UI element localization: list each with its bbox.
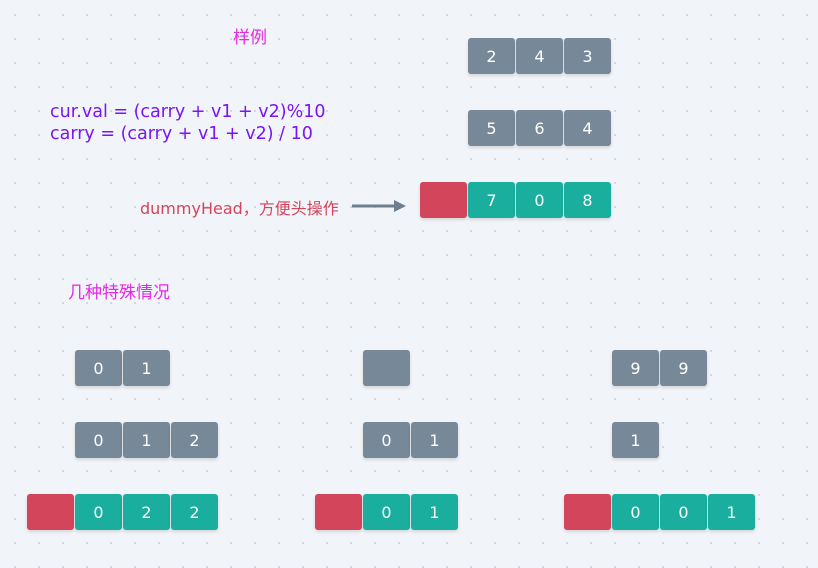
linked-list-case3-l2: 1	[612, 422, 660, 458]
list-node	[363, 350, 410, 386]
list-node: 8	[564, 182, 611, 218]
linked-list-case3-l1: 99	[612, 350, 708, 386]
list-node: 2	[468, 38, 515, 74]
linked-list-case1-result: 022	[27, 494, 219, 530]
formula-line-1: cur.val = (carry + v1 + v2)%10	[50, 102, 326, 122]
linked-list-case3-result: 001	[564, 494, 756, 530]
list-node: 6	[516, 110, 563, 146]
list-node: 1	[411, 422, 458, 458]
formula: cur.val = (carry + v1 + v2)%10 carry = (…	[50, 101, 326, 145]
list-node: 4	[564, 110, 611, 146]
dummy-head-node	[420, 182, 467, 218]
arrow-right-icon	[352, 200, 406, 212]
linked-list-case1-l2: 012	[75, 422, 219, 458]
list-node: 4	[516, 38, 563, 74]
list-node: 2	[171, 494, 218, 530]
list-node: 1	[411, 494, 458, 530]
dummy-head-node	[315, 494, 362, 530]
list-node: 2	[123, 494, 170, 530]
list-node: 3	[564, 38, 611, 74]
linked-list-example-l1: 243	[468, 38, 612, 74]
linked-list-example-result: 708	[420, 182, 612, 218]
list-node: 0	[363, 494, 410, 530]
dummy-head-node	[27, 494, 74, 530]
example-heading: 样例	[233, 28, 267, 48]
linked-list-case1-l1: 01	[75, 350, 171, 386]
linked-list-case2-result: 01	[315, 494, 459, 530]
special-cases-heading: 几种特殊情况	[68, 283, 170, 303]
list-node: 0	[612, 494, 659, 530]
list-node: 1	[123, 422, 170, 458]
list-node: 1	[708, 494, 755, 530]
formula-line-2: carry = (carry + v1 + v2) / 10	[50, 124, 313, 144]
linked-list-case2-l2: 01	[363, 422, 459, 458]
linked-list-case2-l1	[363, 350, 411, 386]
list-node: 1	[123, 350, 170, 386]
list-node: 0	[660, 494, 707, 530]
list-node: 9	[612, 350, 659, 386]
list-node: 0	[75, 422, 122, 458]
linked-list-example-l2: 564	[468, 110, 612, 146]
list-node: 2	[171, 422, 218, 458]
list-node: 0	[516, 182, 563, 218]
list-node: 1	[612, 422, 659, 458]
list-node: 0	[75, 350, 122, 386]
list-node: 9	[660, 350, 707, 386]
list-node: 7	[468, 182, 515, 218]
list-node: 5	[468, 110, 515, 146]
dummy-head-label: dummyHead，方便头操作	[140, 199, 339, 218]
dummy-head-node	[564, 494, 611, 530]
list-node: 0	[363, 422, 410, 458]
list-node: 0	[75, 494, 122, 530]
